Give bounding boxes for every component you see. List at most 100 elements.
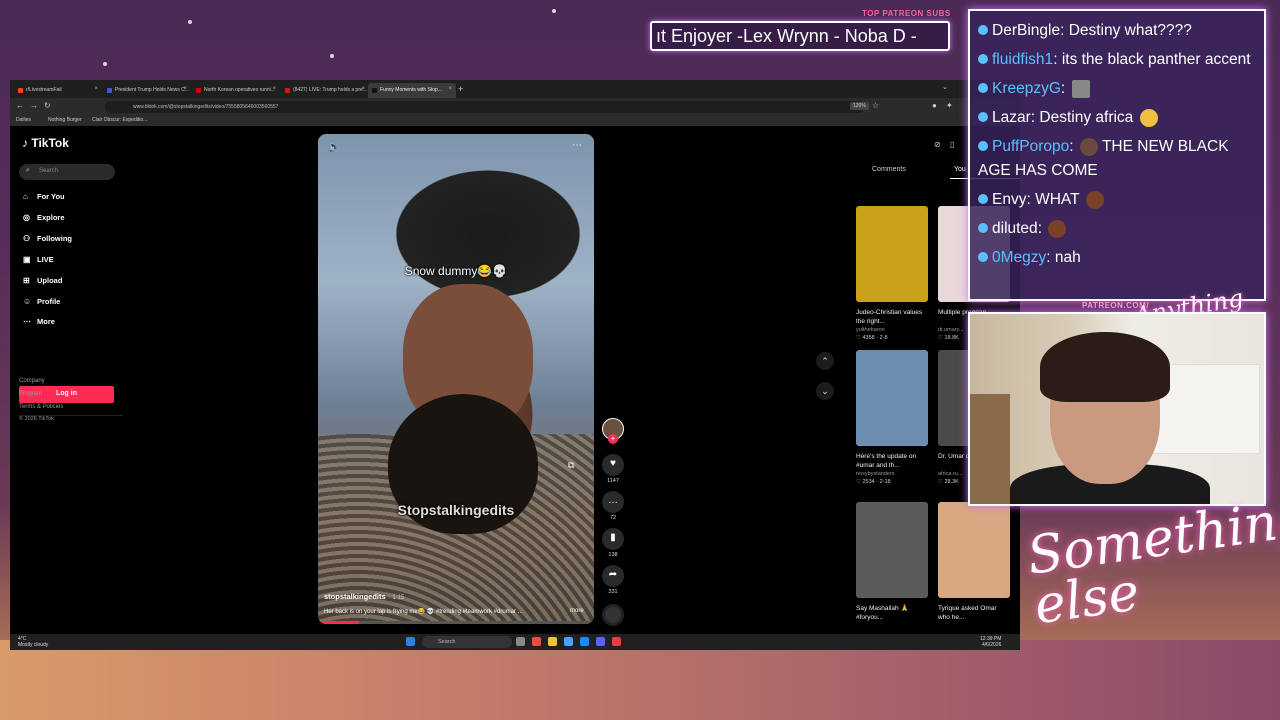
footer-copyright: © 2026 TikTok [19, 416, 54, 422]
chrome-icon[interactable] [612, 637, 621, 646]
discord-icon[interactable] [596, 637, 605, 646]
card-thumbnail [938, 502, 1010, 598]
volume-icon[interactable]: 🔈 [328, 142, 340, 153]
chevron-down-icon[interactable]: ⌄ [942, 83, 948, 91]
footer-link-program[interactable]: Program [19, 391, 42, 397]
chat-username: Envy [992, 191, 1027, 208]
nav-upload[interactable]: ⊞ Upload [23, 276, 62, 285]
profile-icon: ☺ [23, 297, 32, 306]
progress-fill [318, 621, 360, 624]
forward-icon[interactable]: → [30, 101, 38, 110]
system-clock[interactable]: 12:39 PM 4/6/2026 [980, 636, 1001, 648]
video-player[interactable]: 🔈 ⋯ Snow dummy😂💀 ⧉ Stopstalkingedits sto… [318, 134, 594, 624]
comment-action[interactable]: … 72 [600, 491, 626, 521]
folder-icon[interactable] [548, 637, 557, 646]
share-action[interactable]: ➦ 331 [600, 565, 626, 595]
search-input[interactable]: ⌕ Search [19, 164, 115, 180]
bookmarks-bar: Dailies Nothing Burger Clair Obscur: Exp… [10, 116, 1020, 126]
chat-text: WHAT [1035, 191, 1080, 208]
chat-message: KreepzyG: [978, 77, 1258, 101]
picture-in-picture-icon[interactable]: ⧉ [568, 460, 574, 471]
more-options-icon[interactable]: ⋯ [572, 140, 582, 151]
windows-taskbar: 4°C Mostly cloudy Search 12:39 PM 4/6/20… [10, 634, 1020, 650]
share-icon: ➦ [602, 565, 624, 587]
url-text: www.tiktok.com/@stopstalkingedits/video/… [133, 104, 279, 110]
chevron-up-icon[interactable]: ⌃ [816, 352, 834, 370]
save-action[interactable]: ▮ 138 [600, 528, 626, 558]
browser-tab-active[interactable]: Funny Moments with Stop... × [368, 83, 456, 98]
video-watermark: Stopstalkingedits [397, 502, 515, 518]
chat-username: KreepzyG [992, 80, 1061, 97]
close-tab-icon[interactable]: × [448, 86, 452, 92]
follow-plus-icon[interactable]: + [608, 434, 618, 444]
close-tab-icon[interactable]: × [183, 86, 187, 92]
tab-comments[interactable]: Comments [872, 166, 906, 173]
tab-you-may-like[interactable]: You [954, 166, 966, 173]
video-author[interactable]: stopstalkingedits · 1-15 [324, 592, 404, 601]
nav-label: Following [37, 234, 72, 243]
comment-icon: … [602, 491, 624, 513]
nav-explore[interactable]: ◎ Explore [23, 213, 65, 222]
card-title: Here's the update on #umar and th... [856, 453, 917, 469]
bookmark-item[interactable]: Clair Obscur: Expeditio... [92, 117, 147, 123]
recommended-video-card[interactable]: Here's the update on #umar and th... nos… [856, 350, 928, 485]
author-name: stopstalkingedits [324, 592, 386, 601]
nav-live[interactable]: ▣ LIVE [23, 255, 54, 264]
star-icon[interactable]: ☆ [872, 101, 879, 110]
phone-icon[interactable]: ▯ [950, 140, 954, 149]
app-icon[interactable] [564, 637, 573, 646]
footer-link-company[interactable]: Company [19, 378, 45, 384]
reload-icon[interactable]: ↻ [44, 101, 51, 110]
chat-text: Destiny africa [1039, 109, 1134, 126]
close-tab-icon[interactable]: × [272, 86, 276, 92]
url-field[interactable]: www.tiktok.com/@stopstalkingedits/video/… [105, 101, 865, 113]
zoom-indicator[interactable]: 120% [850, 102, 869, 110]
tiktok-page: ♪ TikTok ⌕ Search ⌂ For You ◎ Explore ⚇ Fol… [10, 126, 1020, 634]
link-icon[interactable]: ⊘ [934, 140, 941, 149]
back-icon[interactable]: ← [16, 101, 24, 110]
bookmark-item[interactable]: Nothing Burger [48, 117, 82, 123]
nav-profile[interactable]: ☺ Profile [23, 297, 60, 306]
browser-tab[interactable]: North Korean operatives runni... × [192, 83, 280, 98]
compass-icon: ◎ [23, 213, 30, 222]
chat-message: Envy: WHAT [978, 188, 1258, 212]
tab-favicon [196, 88, 201, 93]
close-tab-icon[interactable]: × [94, 86, 98, 92]
windows-start-icon[interactable] [406, 637, 415, 646]
card-stats: ♡ 4358 · 2-8 [856, 335, 888, 341]
browser-tab[interactable]: (8427) LIVE: Trump holds a pre... × [281, 83, 369, 98]
chat-text: nah [1054, 249, 1081, 266]
bookmark-item[interactable]: Dailies [16, 117, 31, 123]
puzzle-icon[interactable]: ✦ [946, 101, 953, 110]
user-badge-icon [978, 112, 988, 122]
app-icon[interactable] [532, 637, 541, 646]
top-patreon-label: TOP PATREON SUBS [862, 9, 951, 18]
new-tab-icon[interactable]: + [458, 84, 463, 94]
more-icon: ⋯ [23, 317, 31, 326]
nav-more[interactable]: ⋯ More [23, 317, 55, 326]
recommended-video-card[interactable]: Tyrique asked Omar who he... [938, 502, 1010, 622]
music-disc-icon[interactable] [602, 604, 624, 626]
footer-link-terms[interactable]: Terms & Policies [19, 404, 63, 410]
recommended-video-card[interactable]: Judeo-Christian values the right... yult… [856, 206, 928, 341]
tiktok-logo[interactable]: ♪ TikTok [22, 136, 69, 150]
recommended-video-card[interactable]: Say Mashallah 🙏 #foryou... [856, 502, 928, 622]
weather-widget[interactable]: 4°C Mostly cloudy [18, 636, 48, 648]
nav-following[interactable]: ⚇ Following [23, 234, 72, 243]
logo-text: TikTok [31, 136, 69, 150]
extension-icon[interactable]: ● [932, 101, 937, 110]
nav-for-you[interactable]: ⌂ For You [23, 192, 65, 201]
task-view-icon[interactable] [516, 637, 525, 646]
like-action[interactable]: ♥ 1147 [600, 454, 626, 484]
taskbar-search[interactable]: Search [422, 636, 512, 648]
save-count: 138 [608, 552, 618, 558]
star-decoration [330, 54, 334, 58]
close-tab-icon[interactable]: × [361, 86, 365, 92]
video-progress-bar[interactable] [318, 621, 594, 624]
steam-icon[interactable] [580, 637, 589, 646]
browser-tab[interactable]: r/LivestreamFail × [14, 83, 102, 98]
chevron-down-icon[interactable]: ⌄ [816, 382, 834, 400]
card-user: yulthebaron [856, 327, 885, 333]
more-link[interactable]: more [570, 608, 584, 614]
browser-tab[interactable]: President Trump Holds News C... × [103, 83, 191, 98]
